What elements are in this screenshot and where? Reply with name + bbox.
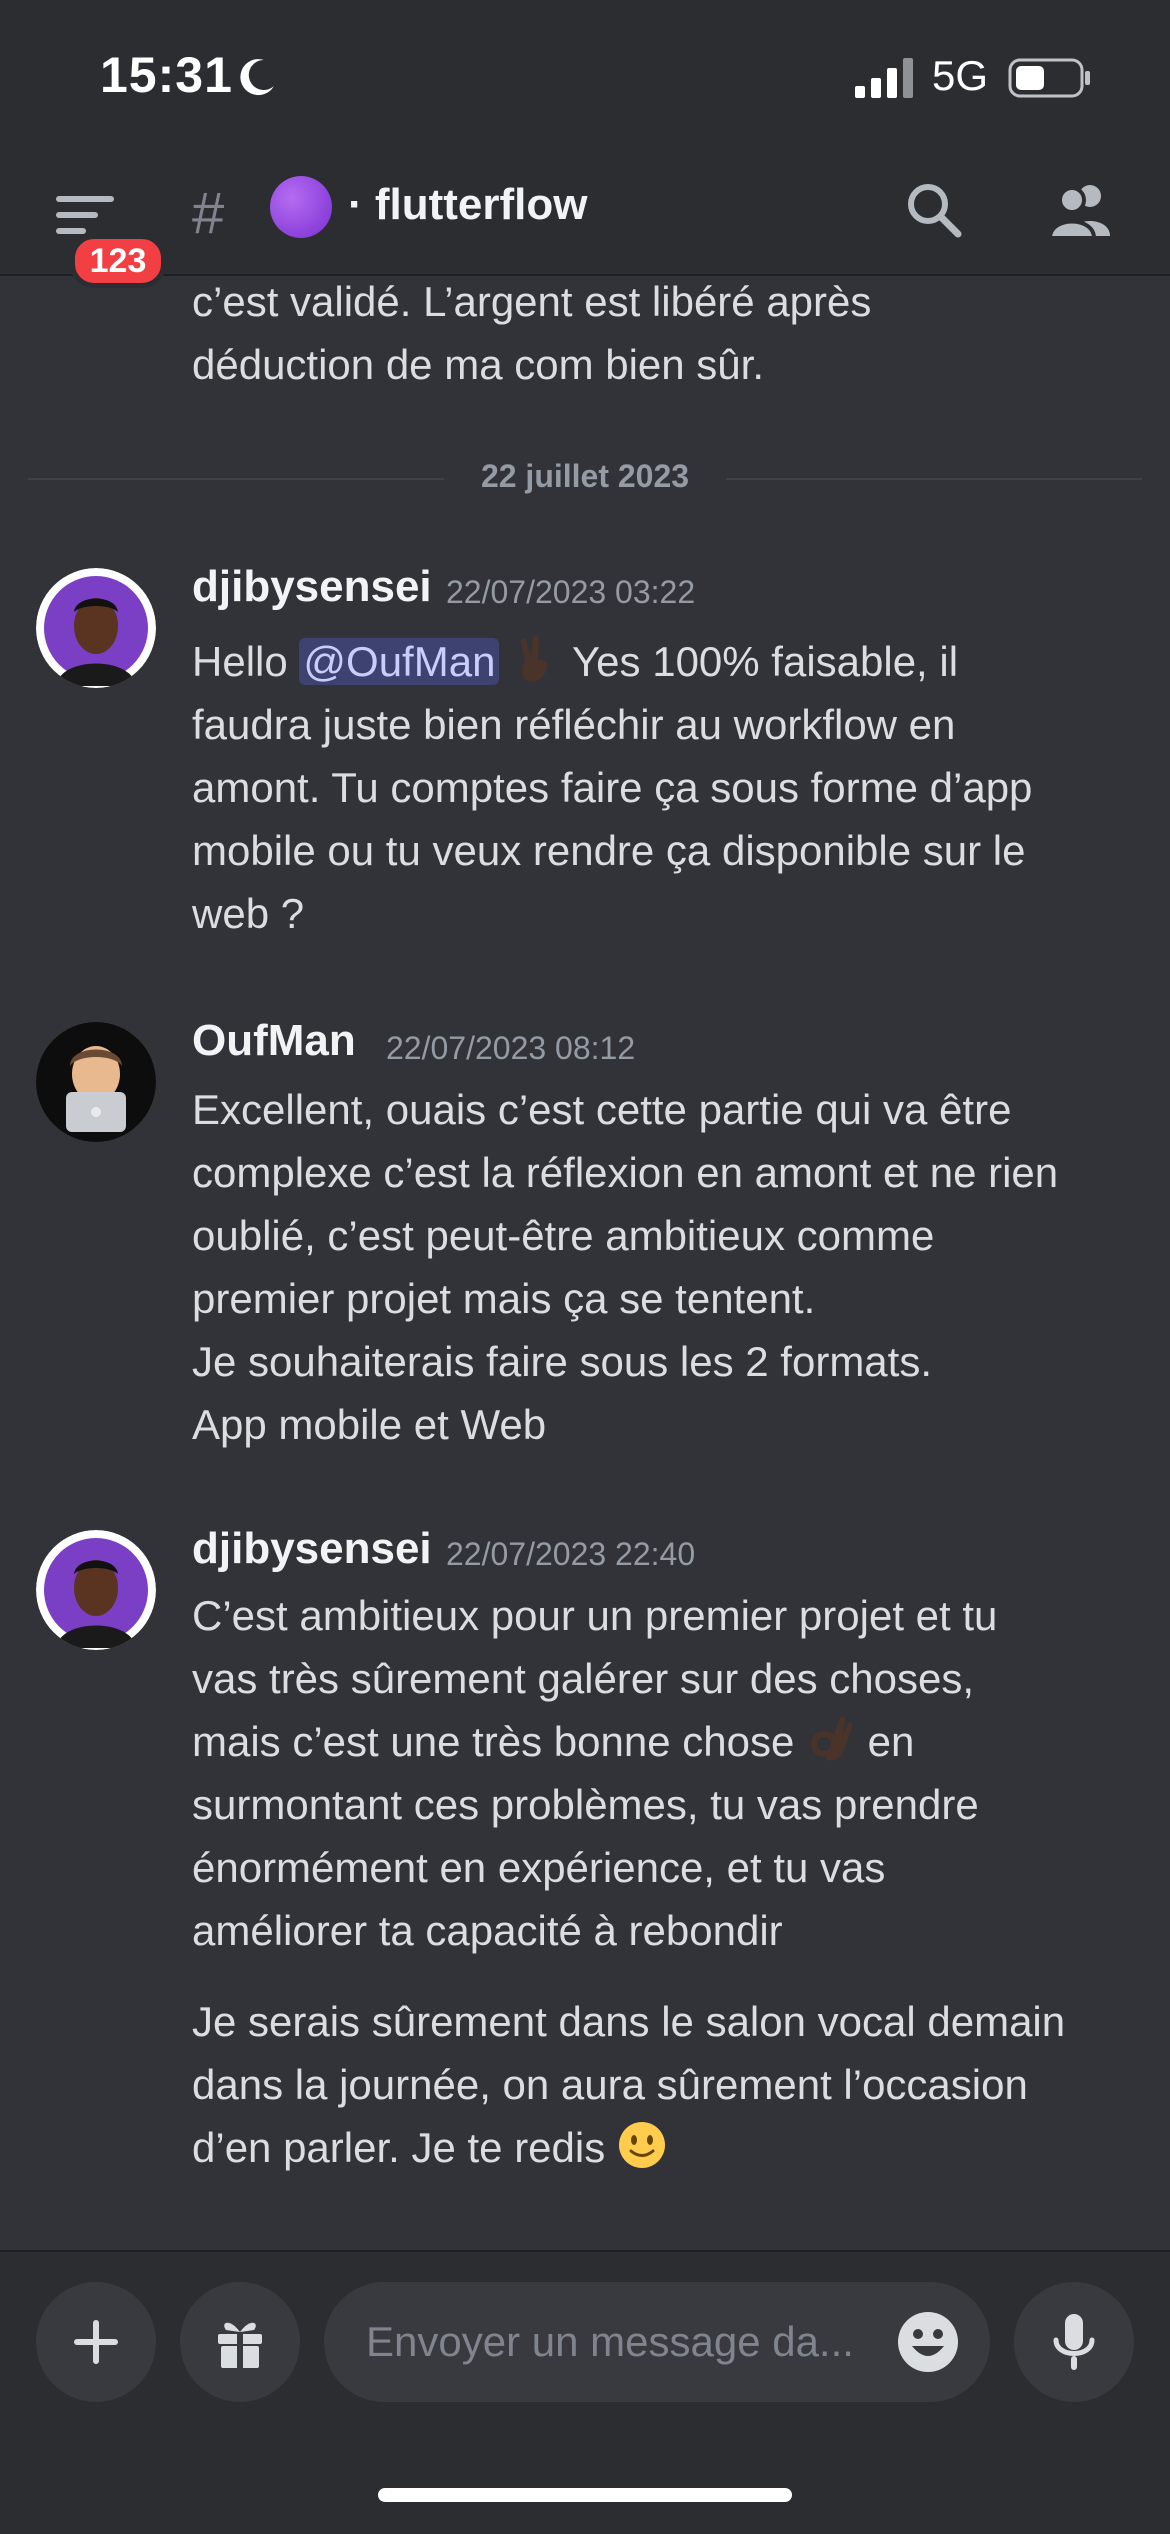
emoji-picker-icon[interactable]: [896, 2310, 960, 2374]
message-input-placeholder: Envoyer un message da...: [366, 2318, 854, 2365]
avatar-image: [36, 568, 156, 688]
user-mention[interactable]: @OufMan: [299, 638, 500, 685]
message-username[interactable]: djibysensei: [192, 1524, 432, 1574]
avatar-image: [36, 1530, 156, 1650]
avatar-djibysensei[interactable]: [36, 568, 156, 688]
avatar-oufman[interactable]: [36, 1022, 156, 1142]
message-text-part: C’est ambitieux pour un premier projet e…: [192, 1592, 998, 1702]
notification-badge: 123: [70, 234, 166, 288]
menu-button[interactable]: 123: [50, 186, 166, 288]
message-username[interactable]: OufMan: [192, 1016, 356, 1066]
message-text-part: en: [856, 1718, 915, 1765]
message-text-part: d’en parler. Je te redis: [192, 2124, 617, 2171]
divider-line-right: [726, 478, 1142, 480]
message-text: Excellent, ouais c’est cette partie qui …: [192, 1086, 1059, 1448]
message-text-followup: Je serais sûrement dans le salon vocal d…: [192, 1990, 1152, 2179]
gift-icon: [218, 2322, 262, 2368]
message-input[interactable]: Envoyer un message da...: [324, 2282, 990, 2402]
message-text-intro: Hello: [192, 638, 300, 685]
voice-message-button[interactable]: [1014, 2282, 1134, 2402]
message-timestamp: 22/07/2023 08:12: [386, 1030, 636, 1066]
message-text-part: mais c’est une très bonne chose: [192, 1718, 807, 1765]
slight-smile-icon: [617, 2122, 667, 2171]
avatar-djibysensei[interactable]: [36, 1530, 156, 1650]
network-type: 5G: [932, 52, 989, 99]
previous-message-text: c’est validé. L’argent est libéré après …: [192, 278, 872, 388]
message-timestamp: 22/07/2023 03:22: [446, 574, 696, 610]
ok-hand-icon: [806, 1716, 856, 1765]
channel-name[interactable]: · flutterflow: [348, 180, 588, 230]
purple-circle-icon: [270, 176, 332, 238]
date-divider: 22 juillet 2023: [28, 458, 1142, 494]
date-divider-label: 22 juillet 2023: [480, 458, 690, 494]
peace-hand-icon: [499, 635, 561, 685]
message-timestamp: 22/07/2023 22:40: [446, 1536, 696, 1572]
home-indicator[interactable]: [378, 2488, 792, 2502]
search-icon[interactable]: [904, 180, 964, 240]
message-text: C’est ambitieux pour un premier projet e…: [192, 1584, 1152, 1962]
status-bar: 15:31 5G: [0, 0, 1170, 150]
message-username[interactable]: djibysensei: [192, 562, 432, 612]
message-text-part: Je serais sûrement dans le salon vocal d…: [192, 1998, 1066, 2108]
message-text: Hello @OufMan Yes 100% faisable, il faud…: [192, 630, 1152, 945]
avatar-image: [36, 1022, 156, 1142]
gift-button[interactable]: [180, 2282, 300, 2402]
microphone-icon: [1053, 2314, 1095, 2370]
plus-icon: [74, 2320, 118, 2364]
status-time: 15:31: [100, 47, 233, 103]
channel-hash-icon: #: [192, 181, 225, 246]
message-text-part: surmontant ces problèmes, tu vas prendre…: [192, 1781, 979, 1954]
add-attachment-button[interactable]: [36, 2282, 156, 2402]
moon-icon: [240, 59, 274, 96]
members-icon[interactable]: [1048, 180, 1114, 240]
signal-icon: [855, 58, 913, 98]
channel-header: 123 # · flutterflow: [0, 150, 1170, 288]
battery-icon: [1008, 58, 1090, 98]
